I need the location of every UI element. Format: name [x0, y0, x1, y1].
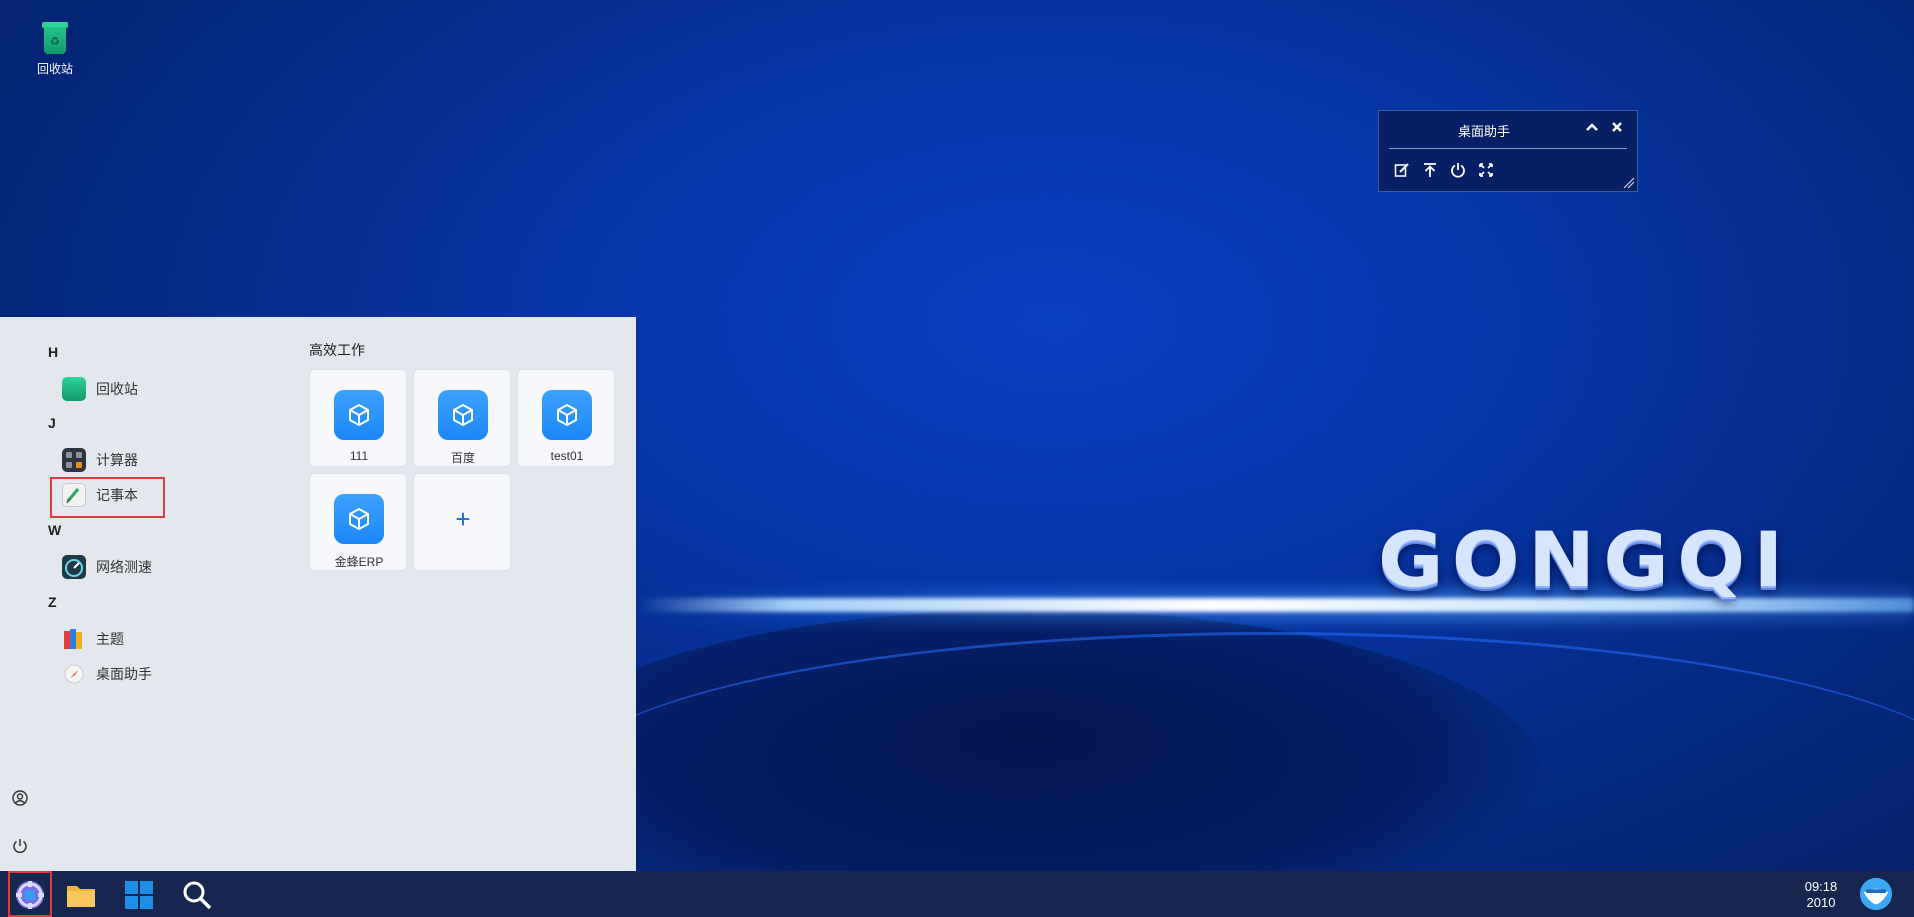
- windows-grid-icon: [125, 881, 153, 909]
- app-item-label: 计算器: [96, 452, 138, 468]
- start-button-highlight: [8, 871, 52, 917]
- app-item-label: 主题: [96, 631, 124, 647]
- taskbar: 09:18 2010: [0, 871, 1914, 917]
- plus-icon: +: [455, 504, 471, 534]
- search-button[interactable]: [179, 877, 215, 913]
- system-clock[interactable]: 09:18 2010: [1796, 879, 1846, 911]
- speedometer-icon: [62, 555, 86, 579]
- fullscreen-icon: [1479, 163, 1493, 177]
- recycle-bin-icon: [62, 377, 86, 401]
- app-item-label: 网络测速: [96, 559, 152, 575]
- wallpaper-logo: GONGQI: [1378, 515, 1792, 604]
- add-tile-button[interactable]: +: [413, 473, 511, 571]
- resize-handle-icon[interactable]: [1623, 177, 1635, 189]
- group-letter-j: J: [48, 415, 56, 431]
- clock-year: 2010: [1806, 895, 1836, 910]
- tile-label: 111: [349, 449, 369, 463]
- selection-highlight: [50, 477, 165, 518]
- cube-icon: [334, 390, 384, 440]
- app-item-label: 桌面助手: [96, 666, 152, 682]
- chevron-up-icon: [1586, 123, 1598, 131]
- collapse-button[interactable]: [1585, 120, 1599, 137]
- pin-top-button[interactable]: [1421, 161, 1439, 179]
- tile-app-test01[interactable]: test01: [517, 369, 615, 467]
- file-manager-button[interactable]: [63, 877, 99, 913]
- app-grid-button[interactable]: [121, 877, 157, 913]
- tile-label: test01: [550, 449, 584, 463]
- cube-icon: [334, 494, 384, 544]
- app-item-label: 回收站: [96, 381, 138, 397]
- assistant-button[interactable]: [1858, 876, 1894, 912]
- theme-books-icon: [62, 627, 86, 651]
- user-icon: [12, 790, 28, 806]
- desktop-icon-label: 回收站: [36, 62, 73, 76]
- power-button[interactable]: [1449, 161, 1467, 179]
- widget-title: 桌面助手: [1457, 124, 1510, 139]
- cube-icon: [542, 390, 592, 440]
- widget-divider: [1389, 148, 1627, 149]
- edit-button[interactable]: [1393, 161, 1411, 179]
- recycle-bin-icon: ♻: [41, 22, 69, 54]
- desktop-assistant-widget[interactable]: 桌面助手: [1378, 110, 1638, 192]
- app-item-calculator[interactable]: 计算器: [62, 445, 138, 475]
- group-letter-z: Z: [48, 594, 57, 610]
- power-icon: [1451, 163, 1465, 178]
- cube-icon: [438, 390, 488, 440]
- assistant-icon: [1859, 877, 1893, 911]
- section-title: 高效工作: [309, 342, 365, 358]
- app-item-theme[interactable]: 主题: [62, 624, 124, 654]
- user-account-button[interactable]: [11, 789, 29, 807]
- compass-icon: [62, 662, 86, 686]
- close-button[interactable]: [1611, 120, 1623, 137]
- desktop-icon-recycle-bin[interactable]: ♻ 回收站: [24, 18, 86, 77]
- pin-top-icon: [1424, 163, 1436, 177]
- app-item-desktop-assistant[interactable]: 桌面助手: [62, 659, 152, 689]
- tile-app-baidu[interactable]: 百度: [413, 369, 511, 467]
- app-item-speed-test[interactable]: 网络测速: [62, 552, 152, 582]
- app-item-recycle-bin[interactable]: 回收站: [62, 374, 138, 404]
- search-icon: [183, 881, 212, 910]
- tile-label: 金蜂ERP: [334, 555, 384, 569]
- start-menu: H 回收站 J 计算器 记事本 W 网络测速 Z 主题 桌面助手 高效工作 11…: [0, 317, 636, 871]
- group-letter-h: H: [48, 344, 59, 360]
- fullscreen-button[interactable]: [1477, 161, 1495, 179]
- edit-icon: [1394, 163, 1409, 177]
- calculator-icon: [62, 448, 86, 472]
- clock-time: 09:18: [1804, 879, 1838, 894]
- power-button[interactable]: [11, 837, 29, 855]
- folder-icon: [67, 886, 95, 907]
- tile-app-jinfeng-erp[interactable]: 金蜂ERP: [309, 473, 407, 571]
- group-letter-w: W: [48, 522, 62, 538]
- close-icon: [1612, 122, 1622, 132]
- tile-app-111[interactable]: 111: [309, 369, 407, 467]
- tile-label: 百度: [450, 451, 475, 465]
- power-icon: [13, 839, 27, 854]
